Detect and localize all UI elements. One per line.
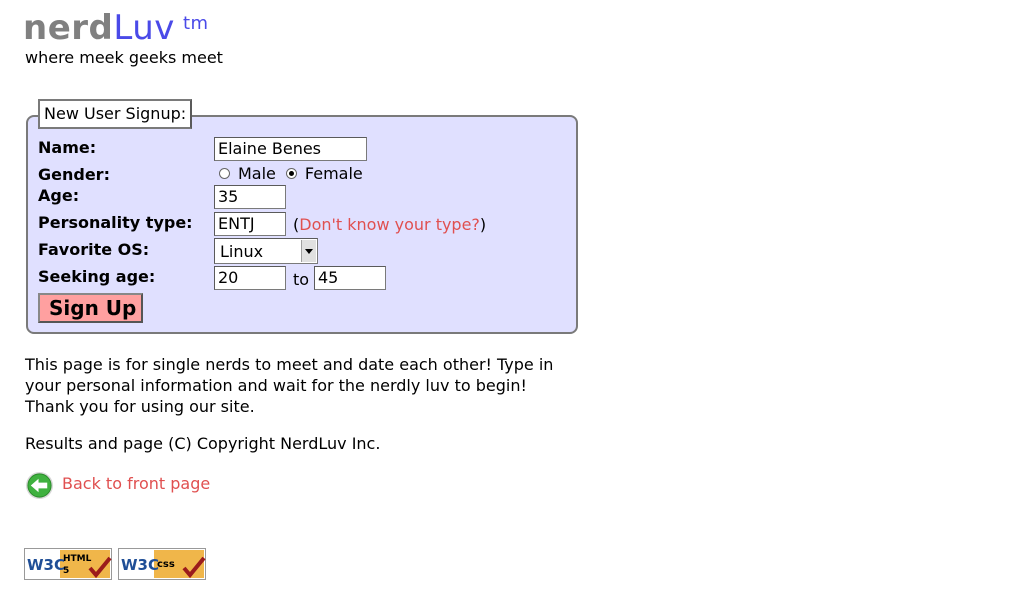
intro-paragraph: This page is for single nerds to meet an… — [25, 354, 553, 417]
gender-female-radio[interactable] — [285, 168, 297, 179]
back-to-front-page-link[interactable]: Back to front page — [62, 474, 210, 493]
intro-line-1: This page is for single nerds to meet an… — [25, 355, 554, 374]
html-badge-w3c: W3C — [27, 556, 65, 574]
gender-male-label: Male — [238, 164, 276, 183]
personality-label: Personality type: — [38, 213, 193, 232]
gender-female-label: Female — [304, 164, 363, 183]
age-input[interactable]: 35 — [214, 185, 286, 209]
os-select[interactable]: Linux — [214, 238, 318, 264]
back-arrow-icon[interactable] — [25, 471, 54, 500]
css-badge-w3c: W3C — [121, 556, 159, 574]
seeking-max-input[interactable]: 45 — [314, 266, 386, 290]
logo-trademark: tm — [183, 13, 209, 34]
gender-label: Gender: — [38, 165, 110, 184]
gender-male-radio[interactable] — [219, 168, 230, 179]
paren-close: ) — [479, 215, 487, 234]
name-label: Name: — [38, 138, 97, 157]
seeking-to-label: to — [293, 270, 310, 289]
logo-luv: Luv — [113, 8, 175, 48]
fieldset-legend: New User Signup: — [38, 99, 193, 129]
name-input[interactable]: Elaine Benes — [214, 137, 367, 161]
dont-know-type-link[interactable]: Don't know your type? — [299, 215, 480, 234]
seeking-min-input[interactable]: 20 — [214, 266, 286, 290]
site-logo: nerdLuv tm — [23, 8, 208, 48]
intro-line-3: Thank you for using our site. — [25, 397, 255, 416]
html-badge-label: HTML — [63, 554, 92, 564]
os-label: Favorite OS: — [38, 240, 150, 259]
sign-up-button[interactable]: Sign Up — [38, 293, 143, 323]
age-label: Age: — [38, 186, 80, 205]
seeking-age-label: Seeking age: — [38, 267, 156, 286]
personality-input[interactable]: ENTJ — [214, 212, 286, 236]
personality-help: (Don't know your type?) — [293, 215, 486, 234]
html-badge-version: 5 — [63, 566, 69, 576]
tagline: where meek geeks meet — [25, 48, 223, 67]
copyright-text: Results and page (C) Copyright NerdLuv I… — [25, 434, 381, 453]
dropdown-arrow-icon[interactable] — [301, 240, 316, 262]
logo-nerd: nerd — [23, 8, 114, 48]
w3c-html5-badge[interactable]: W3C HTML 5 — [24, 548, 112, 580]
intro-line-2: your personal information and wait for t… — [25, 376, 527, 395]
w3c-css-badge[interactable]: W3C css — [118, 548, 206, 580]
os-selected-value: Linux — [220, 242, 264, 261]
css-badge-label: css — [157, 559, 175, 570]
gender-radio-group: Male Female — [219, 164, 363, 183]
